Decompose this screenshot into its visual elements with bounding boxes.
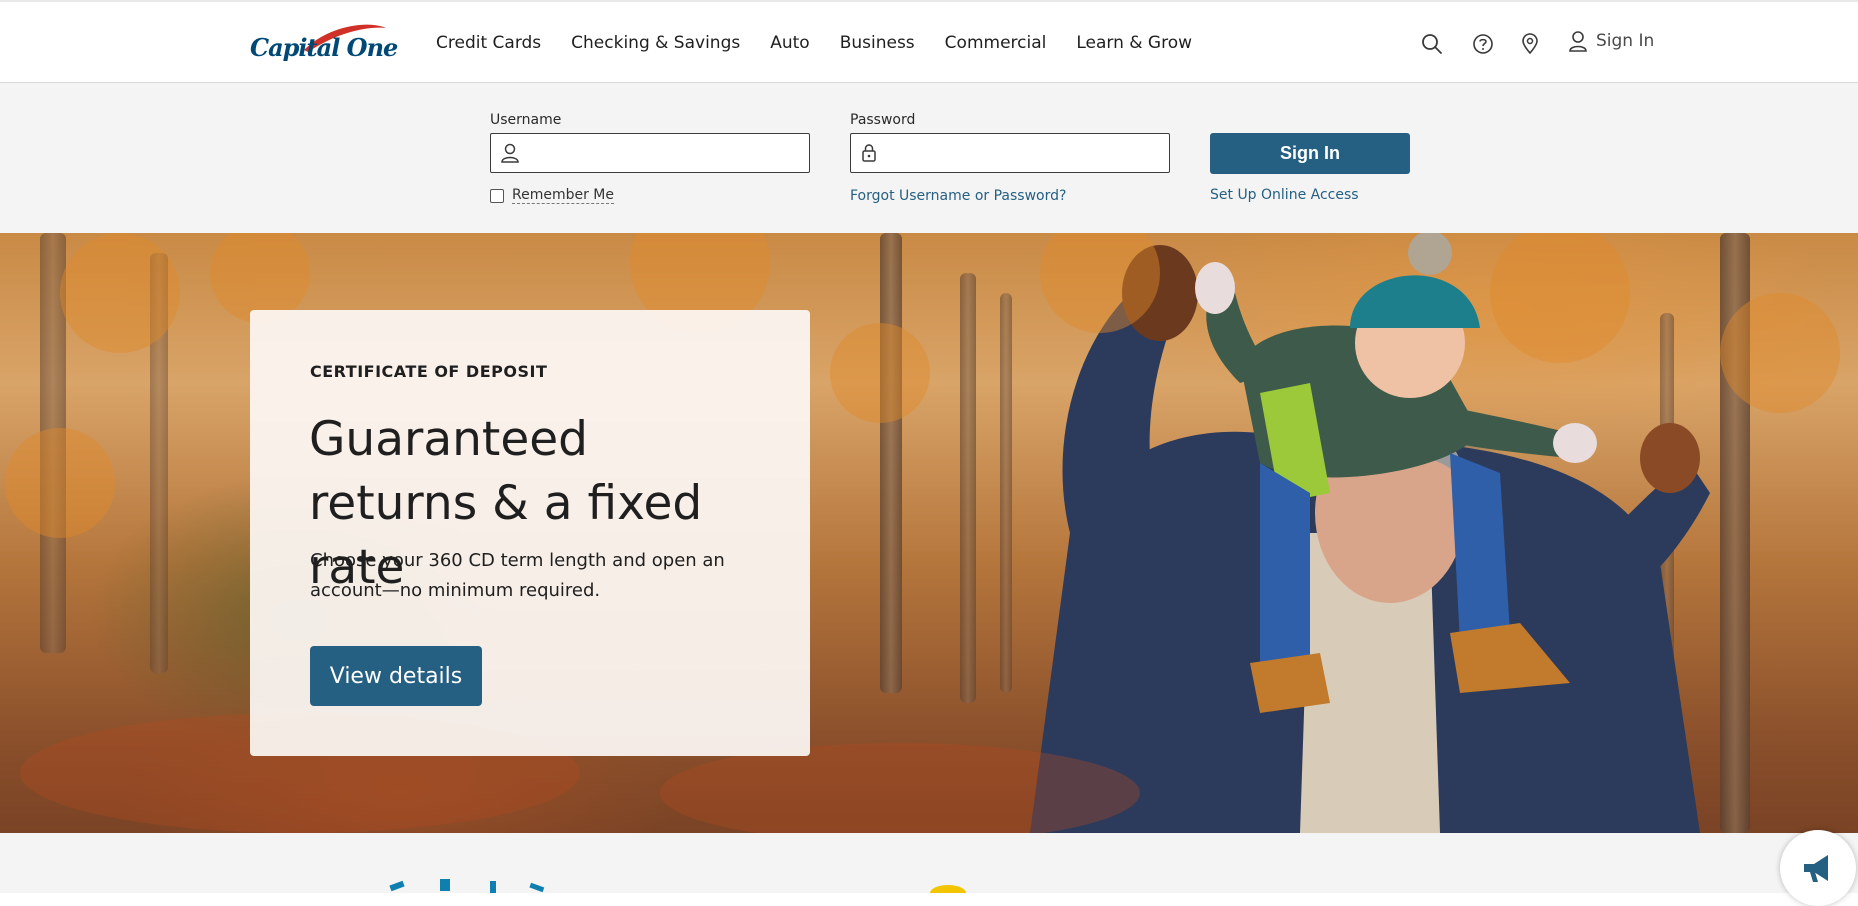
help-icon <box>1473 34 1493 54</box>
remember-me-checkbox[interactable] <box>490 188 504 203</box>
sign-in-button[interactable]: Sign In <box>1210 133 1410 174</box>
username-input[interactable] <box>527 135 809 171</box>
nav-credit-cards[interactable]: Credit Cards <box>436 33 541 53</box>
nav-business[interactable]: Business <box>840 33 915 53</box>
set-up-online-access-link[interactable]: Set Up Online Access <box>1210 187 1359 203</box>
yellow-circle-decoration <box>930 885 966 893</box>
next-section-preview <box>0 833 1858 893</box>
search-button[interactable] <box>1421 29 1443 59</box>
hero-subtext: Choose your 360 CD term length and open … <box>310 550 725 601</box>
nav-checking-savings[interactable]: Checking & Savings <box>571 33 740 53</box>
forgot-credentials-link[interactable]: Forgot Username or Password? <box>850 188 1066 204</box>
nav-commercial[interactable]: Commercial <box>945 33 1047 53</box>
view-details-button[interactable]: View details <box>310 646 482 706</box>
sparkle-icon <box>389 879 545 893</box>
header-sign-in-label: Sign In <box>1596 31 1655 51</box>
search-icon <box>1422 34 1442 54</box>
username-label: Username <box>490 112 562 128</box>
password-label: Password <box>850 112 916 128</box>
logo-text: Capital One <box>250 33 398 62</box>
capital-one-logo[interactable]: Capital One <box>248 20 398 74</box>
lock-icon <box>862 144 876 162</box>
user-icon <box>1569 31 1587 52</box>
nav-learn-grow[interactable]: Learn & Grow <box>1076 33 1192 53</box>
password-input[interactable] <box>885 135 1169 171</box>
primary-nav: Credit Cards Checking & Savings Auto Bus… <box>436 33 1222 53</box>
username-field[interactable] <box>490 133 810 173</box>
location-button[interactable] <box>1520 29 1540 59</box>
feedback-button[interactable] <box>1780 830 1856 906</box>
megaphone-icon <box>1804 855 1828 882</box>
user-icon <box>501 143 519 163</box>
hero-eyebrow: CERTIFICATE OF DEPOSIT <box>310 362 548 381</box>
location-icon <box>1522 33 1538 55</box>
help-button[interactable] <box>1472 29 1494 59</box>
password-field[interactable] <box>850 133 1170 173</box>
site-header: Capital One Credit Cards Checking & Savi… <box>0 0 1858 83</box>
header-sign-in-link[interactable]: Sign In <box>1568 30 1654 52</box>
remember-me-label[interactable]: Remember Me <box>512 187 614 204</box>
nav-auto[interactable]: Auto <box>770 33 809 53</box>
remember-me[interactable]: Remember Me <box>490 187 614 204</box>
